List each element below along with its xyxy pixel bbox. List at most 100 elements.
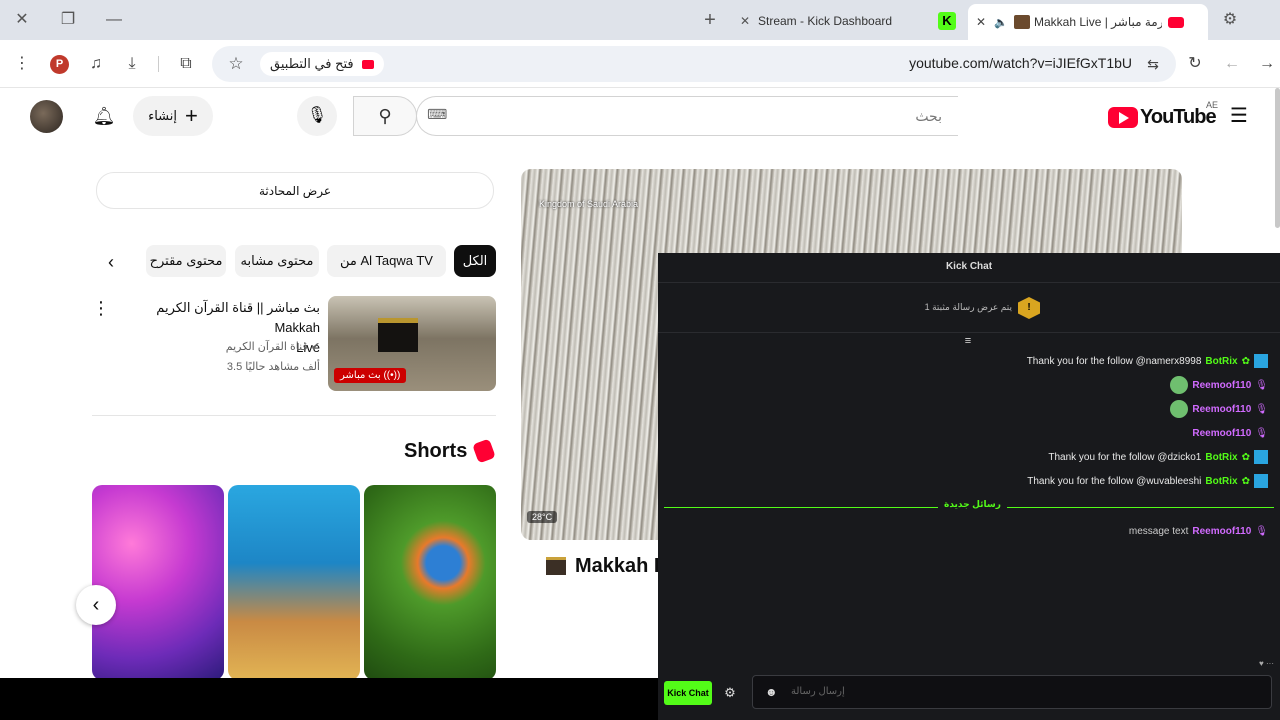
live-badge-label: بث مباشر bbox=[340, 370, 381, 381]
related-channel[interactable]: قناة القرآن الكريم ✔ bbox=[120, 340, 320, 353]
hamburger-menu-icon[interactable]: ☰ bbox=[1228, 104, 1250, 128]
chat-header: Kick Chat bbox=[658, 253, 1280, 283]
kick-chat-overlay: Kick Chat ! 1 يتم عرض رسالة مثبتة ≡ Than… bbox=[658, 253, 1280, 720]
message-user[interactable]: BotRix bbox=[1205, 452, 1237, 463]
search-button[interactable]: ⚲ bbox=[353, 96, 417, 136]
kaaba-favicon-icon bbox=[1014, 15, 1030, 29]
open-in-app-button[interactable]: فتح في التطبيق bbox=[260, 52, 384, 76]
chat-settings-gear-icon[interactable]: ⚙ bbox=[722, 685, 738, 701]
region-code: AE bbox=[1206, 100, 1219, 110]
kick-favicon-icon[interactable]: K bbox=[938, 12, 956, 30]
browser-tab-strip: ✕ ❐ — + ✕ Stream - Kick Dashboard K ✕ 🔈 … bbox=[0, 0, 1280, 40]
notifications-bell-icon[interactable]: 🔔︎ bbox=[92, 104, 116, 128]
tab-kick-dashboard[interactable]: ✕ Stream - Kick Dashboard bbox=[732, 6, 928, 36]
menu-dots-icon[interactable]: ⋮ bbox=[10, 52, 34, 76]
chat-rules-icon[interactable]: ♥ ··· bbox=[1259, 659, 1274, 668]
back-arrow-icon[interactable]: → bbox=[1255, 52, 1279, 76]
message-user[interactable]: Reemoof110 bbox=[1192, 380, 1251, 391]
message-user[interactable]: Reemoof110 bbox=[1192, 428, 1251, 439]
send-chat-button[interactable]: Kick Chat bbox=[664, 681, 712, 705]
youtube-logo-icon[interactable] bbox=[1108, 107, 1138, 128]
tab-youtube-makkah[interactable]: ✕ 🔈 Makkah Live | مكة المكرمة مباشر bbox=[968, 4, 1208, 40]
chat-message: Thank you for the follow @wuvableeshi Bo… bbox=[1027, 471, 1268, 491]
reload-icon[interactable]: ↻ bbox=[1183, 52, 1207, 76]
address-bar[interactable]: ☆ فتح في التطبيق youtube.com/watch?v=iJI… bbox=[212, 46, 1176, 82]
chip-label: الكل bbox=[462, 253, 488, 268]
message-user[interactable]: Reemoof110 bbox=[1192, 404, 1251, 415]
shorts-prev-arrow-icon[interactable]: ‹ bbox=[76, 585, 116, 625]
verified-badge-icon: ✿ bbox=[1241, 451, 1250, 463]
site-settings-icon[interactable]: ⇆ bbox=[1142, 53, 1164, 75]
chat-message: Reemoof110 🎙︎ bbox=[1170, 399, 1268, 419]
bot-badge-icon bbox=[1254, 450, 1268, 464]
chip-all[interactable]: الكل bbox=[454, 245, 496, 277]
bookmark-star-icon[interactable]: ☆ bbox=[224, 52, 248, 76]
mic-badge-icon: 🎙︎ bbox=[1255, 427, 1268, 439]
close-tab-icon[interactable]: ✕ bbox=[976, 15, 994, 29]
mic-badge-icon: 🎙︎ bbox=[1255, 403, 1268, 415]
profile-avatar[interactable]: P bbox=[50, 55, 69, 74]
shorts-logo-icon bbox=[472, 438, 496, 464]
media-control-icon[interactable]: ♫ bbox=[84, 52, 108, 76]
keyboard-icon[interactable]: ⌨ bbox=[427, 106, 447, 123]
browser-toolbar: ⋮ P ♫ ⤓ ⧉ ☆ فتح في التطبيق youtube.com/w… bbox=[0, 40, 1280, 88]
extensions-icon[interactable]: ⧉ bbox=[174, 52, 198, 76]
forward-arrow-icon[interactable]: ← bbox=[1220, 52, 1244, 76]
toolbar-divider bbox=[158, 56, 159, 72]
verified-badge-icon: ✿ bbox=[1241, 355, 1250, 367]
chip-recommended[interactable]: محتوى مقترح bbox=[146, 245, 226, 277]
youtube-header: 🔔︎ إنشاء + 🎙︎ ⚲ ⌨ بحث YouTube AE ☰ bbox=[0, 88, 1280, 144]
chat-message: Thank you for the follow @namerx8998 Bot… bbox=[1027, 351, 1268, 371]
close-window-icon[interactable]: ✕ bbox=[8, 8, 36, 32]
chip-related[interactable]: محتوى مشابه bbox=[235, 245, 319, 277]
related-video-thumbnail[interactable]: بث مباشر ((•)) bbox=[328, 296, 496, 391]
chip-from-channel[interactable]: من Al Taqwa TV bbox=[327, 245, 446, 277]
shorts-thumbnail-bird[interactable] bbox=[364, 485, 496, 680]
tab-title: Stream - Kick Dashboard bbox=[758, 14, 893, 28]
play-triangle-icon bbox=[1119, 112, 1129, 124]
chatgpt-extension-icon[interactable]: ⚙ bbox=[1216, 8, 1244, 32]
message-text: Thank you for the follow @wuvableeshi bbox=[1027, 475, 1202, 487]
message-user[interactable]: Reemoof110 bbox=[1192, 526, 1251, 537]
video-title: Makkah L bbox=[575, 555, 667, 577]
related-title-line1: بث مباشر || قناة القرآن الكريم Makkah bbox=[156, 300, 320, 335]
emoji-picker-icon[interactable]: ☻ bbox=[765, 685, 778, 699]
new-messages-label: رسائل جديدة bbox=[938, 499, 1007, 510]
new-tab-icon[interactable]: + bbox=[696, 8, 724, 32]
message-user[interactable]: BotRix bbox=[1205, 476, 1237, 487]
verified-badge-icon: ✿ bbox=[1241, 475, 1250, 487]
video-watermark: Kingdom of Saudi Arabia bbox=[539, 199, 639, 209]
restore-window-icon[interactable]: ❐ bbox=[54, 8, 82, 32]
shorts-thumbnail-fish[interactable] bbox=[92, 485, 224, 680]
show-chat-button[interactable]: عرض المحادثة bbox=[96, 172, 494, 209]
chat-scroll-icon[interactable]: ≡ bbox=[962, 335, 974, 347]
chat-message-input[interactable]: ☻ إرسال رسالة bbox=[752, 675, 1272, 709]
chat-message: Thank you for the follow @dzicko1 BotRix… bbox=[1048, 447, 1268, 467]
pinned-bar[interactable]: ! 1 يتم عرض رسالة مثبتة bbox=[658, 283, 1280, 333]
download-icon[interactable]: ⤓ bbox=[120, 52, 144, 76]
mic-badge-icon: 🎙︎ bbox=[1255, 525, 1268, 537]
minimize-window-icon[interactable]: — bbox=[100, 8, 128, 32]
page-scrollbar[interactable] bbox=[1275, 88, 1280, 228]
emote-icon bbox=[1170, 400, 1189, 418]
verified-badge-icon: ✔ bbox=[310, 341, 320, 353]
shorts-thumbnail-coral[interactable] bbox=[228, 485, 360, 680]
chat-message: message text Reemoof110 🎙︎ bbox=[1129, 521, 1268, 541]
pinned-badge-icon: ! bbox=[1018, 297, 1040, 319]
related-viewers: 3.5 ألف مشاهد حاليًا bbox=[226, 361, 320, 373]
create-button[interactable]: إنشاء + bbox=[133, 96, 213, 136]
close-tab-icon[interactable]: ✕ bbox=[732, 14, 758, 28]
chat-message: Reemoof110 🎙︎ bbox=[1170, 375, 1268, 395]
search-icon: ⚲ bbox=[378, 106, 392, 126]
audio-playing-icon[interactable]: 🔈 bbox=[994, 16, 1014, 29]
chips-scroll-left-icon[interactable]: ‹ bbox=[108, 250, 126, 274]
open-in-app-label: فتح في التطبيق bbox=[270, 56, 354, 71]
search-input[interactable]: ⌨ بحث bbox=[416, 96, 958, 136]
message-user[interactable]: BotRix bbox=[1205, 356, 1237, 367]
mic-badge-icon: 🎙︎ bbox=[1255, 379, 1268, 391]
account-avatar[interactable] bbox=[30, 100, 63, 133]
more-actions-icon[interactable]: ⋮ bbox=[92, 298, 110, 320]
live-badge: بث مباشر ((•)) bbox=[334, 368, 407, 383]
youtube-logo-text[interactable]: YouTube bbox=[1140, 106, 1217, 129]
voice-search-mic-icon[interactable]: 🎙︎ bbox=[297, 96, 337, 136]
